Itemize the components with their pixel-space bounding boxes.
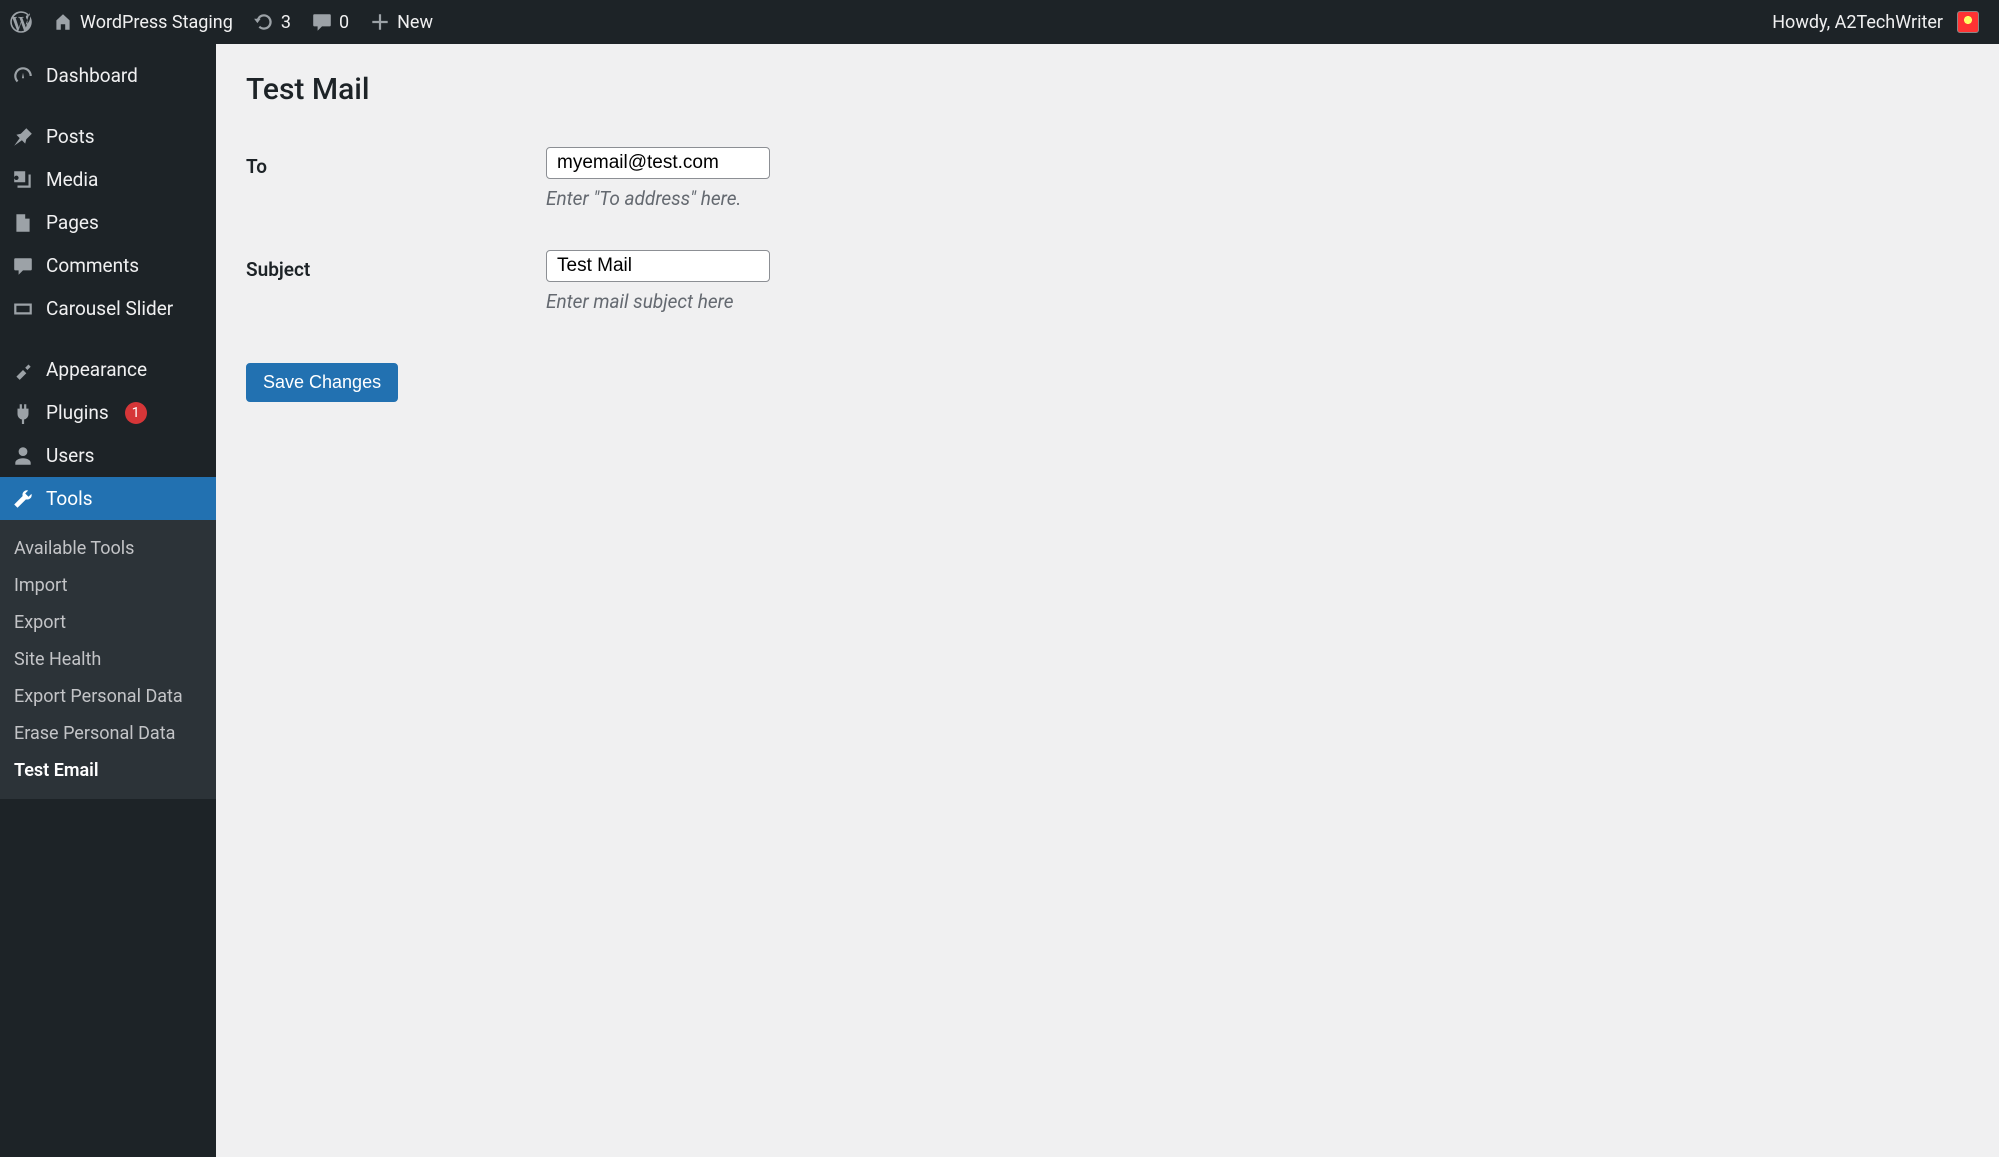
save-changes-button[interactable]: Save Changes: [246, 363, 398, 402]
sidebar-item-carousel-slider[interactable]: Carousel Slider: [0, 287, 216, 330]
plugins-update-badge: 1: [125, 402, 147, 424]
page-icon: [12, 212, 34, 234]
comments-count: 0: [339, 12, 349, 33]
comment-icon: [311, 11, 333, 33]
menu-label: Users: [46, 444, 94, 467]
user-icon: [12, 445, 34, 467]
menu-label: Pages: [46, 211, 99, 234]
plus-icon: [369, 11, 391, 33]
subject-description: Enter mail subject here: [546, 290, 770, 313]
site-link[interactable]: WordPress Staging: [42, 0, 243, 44]
pin-icon: [12, 126, 34, 148]
wordpress-icon: [10, 11, 32, 33]
menu-label: Media: [46, 168, 98, 191]
page-title: Test Mail: [246, 72, 1969, 107]
submenu-export-personal-data[interactable]: Export Personal Data: [0, 678, 216, 715]
menu-label: Dashboard: [46, 64, 138, 87]
new-label: New: [397, 12, 433, 33]
submenu-erase-personal-data[interactable]: Erase Personal Data: [0, 715, 216, 752]
sidebar-item-pages[interactable]: Pages: [0, 201, 216, 244]
tools-icon: [12, 488, 34, 510]
admin-bar-left: WordPress Staging 3 0 New: [0, 0, 443, 44]
howdy-text: Howdy, A2TechWriter: [1772, 12, 1943, 33]
sidebar-item-comments[interactable]: Comments: [0, 244, 216, 287]
main-content: Test Mail To Enter "To address" here. Su…: [216, 44, 1999, 1157]
sidebar-item-appearance[interactable]: Appearance: [0, 348, 216, 391]
submenu-test-email[interactable]: Test Email: [0, 752, 216, 789]
plugin-icon: [12, 402, 34, 424]
updates-link[interactable]: 3: [243, 0, 301, 44]
menu-label: Tools: [46, 487, 93, 510]
wp-logo[interactable]: [0, 0, 42, 44]
settings-form-table: To Enter "To address" here. Subject Ente…: [246, 137, 770, 343]
my-account[interactable]: Howdy, A2TechWriter: [1762, 11, 1989, 33]
media-icon: [12, 169, 34, 191]
dashboard-icon: [12, 65, 34, 87]
menu-label: Appearance: [46, 358, 147, 381]
menu-label: Carousel Slider: [46, 297, 173, 320]
new-content-link[interactable]: New: [359, 0, 443, 44]
sidebar-item-tools[interactable]: Tools: [0, 477, 216, 520]
avatar: [1957, 11, 1979, 33]
refresh-icon: [253, 11, 275, 33]
menu-label: Comments: [46, 254, 139, 277]
subject-input[interactable]: [546, 250, 770, 282]
comments-icon: [12, 255, 34, 277]
tools-submenu: Available Tools Import Export Site Healt…: [0, 520, 216, 799]
menu-label: Posts: [46, 125, 95, 148]
appearance-icon: [12, 359, 34, 381]
admin-bar-right: Howdy, A2TechWriter: [1762, 11, 1989, 33]
updates-count: 3: [281, 12, 291, 33]
slider-icon: [12, 298, 34, 320]
admin-sidebar: Dashboard Posts Media Pages Comments Car…: [0, 44, 216, 1157]
sidebar-item-posts[interactable]: Posts: [0, 115, 216, 158]
submenu-import[interactable]: Import: [0, 567, 216, 604]
admin-bar: WordPress Staging 3 0 New Howdy, A2TechW…: [0, 0, 1999, 44]
sidebar-item-plugins[interactable]: Plugins 1: [0, 391, 216, 434]
menu-label: Plugins: [46, 401, 109, 424]
to-input[interactable]: [546, 147, 770, 179]
subject-label: Subject: [246, 240, 546, 343]
submenu-export[interactable]: Export: [0, 604, 216, 641]
site-name: WordPress Staging: [80, 12, 233, 33]
comments-link[interactable]: 0: [301, 0, 359, 44]
submenu-available-tools[interactable]: Available Tools: [0, 530, 216, 567]
sidebar-item-users[interactable]: Users: [0, 434, 216, 477]
to-label: To: [246, 137, 546, 240]
submenu-site-health[interactable]: Site Health: [0, 641, 216, 678]
sidebar-item-dashboard[interactable]: Dashboard: [0, 54, 216, 97]
sidebar-item-media[interactable]: Media: [0, 158, 216, 201]
to-description: Enter "To address" here.: [546, 187, 770, 210]
home-icon: [52, 11, 74, 33]
